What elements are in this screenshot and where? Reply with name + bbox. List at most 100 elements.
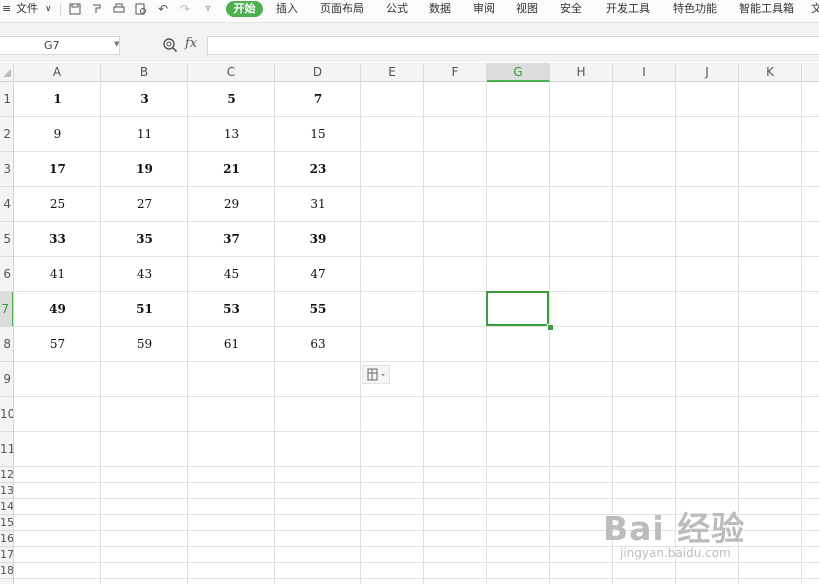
row-header-16[interactable]: 16	[0, 531, 13, 547]
undo-icon[interactable]: ↶	[156, 2, 170, 16]
chevron-down-icon[interactable]: ∨	[45, 0, 52, 22]
cell-b8[interactable]: 59	[101, 327, 188, 362]
column-header-k[interactable]: K	[739, 63, 802, 82]
print-icon[interactable]	[112, 2, 126, 16]
tab-more[interactable]: 文	[811, 0, 819, 22]
cell-a2[interactable]: 9	[14, 117, 101, 152]
cell-a8[interactable]: 57	[14, 327, 101, 362]
cell-c6[interactable]: 45	[188, 257, 275, 292]
column-header-c[interactable]: C	[188, 63, 275, 82]
cell-c4[interactable]: 29	[188, 187, 275, 222]
tab-formulas[interactable]: 公式	[386, 0, 408, 22]
format-painter-icon[interactable]	[90, 2, 104, 16]
hamburger-icon[interactable]: ≡	[2, 0, 11, 22]
row-header-15[interactable]: 15	[0, 515, 13, 531]
cell-a3[interactable]: 17	[14, 152, 101, 187]
column-header-i[interactable]: I	[613, 63, 676, 82]
cell-c3[interactable]: 21	[188, 152, 275, 187]
tab-developer[interactable]: 开发工具	[606, 0, 650, 22]
column-header-g[interactable]: G	[487, 63, 550, 82]
watermark-url: jingyan.baidu.com	[620, 546, 731, 560]
column-header-a[interactable]: A	[14, 63, 101, 82]
formula-input[interactable]	[207, 36, 819, 55]
active-cell-g7[interactable]	[486, 291, 549, 326]
save-icon[interactable]	[68, 2, 82, 16]
row-header-13[interactable]: 13	[0, 483, 13, 499]
row-header-10[interactable]: 10	[0, 397, 13, 432]
select-all-corner[interactable]	[0, 63, 14, 82]
row-header-18[interactable]: 18	[0, 563, 13, 579]
cell-b7[interactable]: 51	[101, 292, 188, 327]
row-header-4[interactable]: 4	[0, 187, 13, 222]
cell-d7[interactable]: 55	[275, 292, 361, 327]
fx-icon[interactable]: fx	[185, 36, 197, 51]
cell-c5[interactable]: 37	[188, 222, 275, 257]
name-box-value: G7	[44, 39, 60, 52]
redo-icon[interactable]: ↷	[178, 2, 192, 16]
cell-c1[interactable]: 5	[188, 82, 275, 117]
cell-b4[interactable]: 27	[101, 187, 188, 222]
column-header-j[interactable]: J	[676, 63, 739, 82]
cell-d5[interactable]: 39	[275, 222, 361, 257]
fill-handle[interactable]	[547, 324, 554, 331]
tab-smart-toolbox[interactable]: 智能工具箱	[739, 0, 794, 22]
tab-data[interactable]: 数据	[429, 0, 451, 22]
grid-row-line	[14, 466, 819, 467]
row-header-6[interactable]: 6	[0, 257, 13, 292]
row-header-7[interactable]: 7	[0, 292, 13, 327]
cell-b6[interactable]: 43	[101, 257, 188, 292]
cell-d2[interactable]: 15	[275, 117, 361, 152]
row-header-17[interactable]: 17	[0, 547, 13, 563]
cell-b3[interactable]: 19	[101, 152, 188, 187]
cell-b1[interactable]: 3	[101, 82, 188, 117]
column-header-b[interactable]: B	[101, 63, 188, 82]
row-header-8[interactable]: 8	[0, 327, 13, 362]
tab-page-layout[interactable]: 页面布局	[320, 0, 364, 22]
separator	[60, 3, 61, 16]
cell-d8[interactable]: 63	[275, 327, 361, 362]
tab-review[interactable]: 审阅	[473, 0, 495, 22]
grid-column-line	[549, 82, 550, 584]
column-header-f[interactable]: F	[424, 63, 487, 82]
tab-security[interactable]: 安全	[560, 0, 582, 22]
grid-row-line	[14, 431, 819, 432]
tab-special-features[interactable]: 特色功能	[673, 0, 717, 22]
cell-b2[interactable]: 11	[101, 117, 188, 152]
cell-d4[interactable]: 31	[275, 187, 361, 222]
customize-toolbar-icon[interactable]: ▿	[201, 2, 215, 16]
column-header-d[interactable]: D	[275, 63, 361, 82]
cell-d6[interactable]: 47	[275, 257, 361, 292]
row-header-12[interactable]: 12	[0, 467, 13, 483]
print-preview-icon[interactable]	[134, 2, 148, 16]
cell-c8[interactable]: 61	[188, 327, 275, 362]
row-header-2[interactable]: 2	[0, 117, 13, 152]
cell-a6[interactable]: 41	[14, 257, 101, 292]
cell-d3[interactable]: 23	[275, 152, 361, 187]
zoom-icon[interactable]	[162, 37, 178, 53]
row-header-1[interactable]: 1	[0, 82, 13, 117]
cell-a7[interactable]: 49	[14, 292, 101, 327]
select-all-icon	[3, 69, 11, 77]
tab-view[interactable]: 视图	[516, 0, 538, 22]
cell-a1[interactable]: 1	[14, 82, 101, 117]
row-header-9[interactable]: 9	[0, 362, 13, 397]
cell-d1[interactable]: 7	[275, 82, 361, 117]
name-box[interactable]: G7 ▼	[0, 36, 120, 55]
paste-options-button[interactable]	[362, 365, 390, 384]
row-header-3[interactable]: 3	[0, 152, 13, 187]
cell-b5[interactable]: 35	[101, 222, 188, 257]
row-header-11[interactable]: 11	[0, 432, 13, 467]
row-header-5[interactable]: 5	[0, 222, 13, 257]
cell-a4[interactable]: 25	[14, 187, 101, 222]
cell-c7[interactable]: 53	[188, 292, 275, 327]
menu-file[interactable]: 文件	[16, 0, 38, 22]
menu-bar: ≡ 文件 ∨ ↶ ↷ ▿ 开始 插入 页面布局 公式 数据 审阅 视图 安全 开…	[0, 0, 819, 23]
cell-c2[interactable]: 13	[188, 117, 275, 152]
column-header-e[interactable]: E	[361, 63, 424, 82]
row-header-14[interactable]: 14	[0, 499, 13, 515]
column-header-h[interactable]: H	[550, 63, 613, 82]
tab-insert[interactable]: 插入	[276, 0, 298, 22]
chevron-down-icon[interactable]: ▼	[114, 40, 119, 48]
tab-home[interactable]: 开始	[226, 1, 263, 17]
cell-a5[interactable]: 33	[14, 222, 101, 257]
